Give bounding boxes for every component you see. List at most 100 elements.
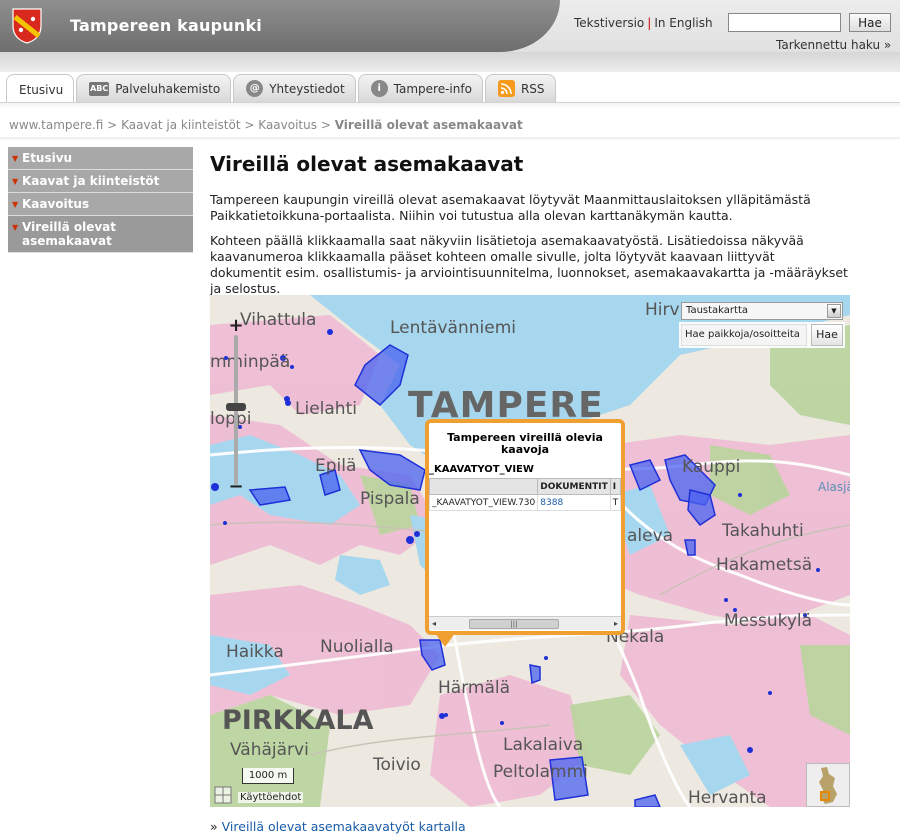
zoom-in-button[interactable]: + [227,317,245,335]
tab-label: Tampere-info [393,81,472,96]
chevron-down-icon: ▼ [12,223,19,232]
top-links: Tekstiversio | In English [574,16,713,30]
top-links-separator: | [647,16,652,30]
scrollbar-thumb[interactable]: ||| [469,619,559,629]
scroll-left-icon[interactable]: ◂ [432,619,436,628]
breadcrumb-item-kaavoitus[interactable]: Kaavoitus [258,118,317,132]
tab-underline [0,102,900,108]
tampere-logo-icon[interactable] [12,8,42,44]
tab-label: Yhteystiedot [269,81,345,96]
map-label-alasja: Alasjä [818,480,850,494]
terms-of-use-link[interactable]: Käyttöehdot [238,792,304,803]
breadcrumb-current: Vireillä olevat asemakaavat [334,118,523,132]
map-label-hervanta: Hervanta [688,788,767,807]
map-label-toivio: Toivio [373,755,421,775]
nav-item-label: Kaavat ja kiinteistöt [22,174,160,188]
breadcrumb-divider [0,137,900,141]
map-label-loppi: loppi [210,409,252,429]
map-label-kaleva: aleva [627,526,674,546]
nav-item-label: Vireillä olevat asemakaavat [22,220,117,248]
map-label-nuolialla: Nuolialla [320,637,394,657]
chevron-down-icon: ▼ [12,154,19,163]
nav-item-vireilla[interactable]: ▼ Vireillä olevat asemakaavat [8,216,193,253]
popup-attribute-table: DOKUMENTIT I _KAAVATYOT_VIEW.730 8388 T [429,478,621,511]
map-label-kauppi: Kauppi [682,457,741,477]
map-label-messukyla: Messukylä [724,611,813,631]
tab-label: Palveluhakemisto [115,81,221,96]
open-map-link[interactable]: Vireillä olevat asemakaavatyöt kartalla [222,819,466,834]
map-link-row: » Vireillä olevat asemakaavatyöt kartalla [210,819,466,834]
tab-etusivu[interactable]: Etusivu [6,74,75,104]
advanced-search-link[interactable]: Tarkennettu haku » [776,38,891,52]
text-version-link[interactable]: Tekstiversio [574,16,644,30]
rss-icon [497,80,515,97]
tab-rss[interactable]: RSS [484,74,556,102]
nav-item-kaavoitus[interactable]: ▼ Kaavoitus [8,193,193,216]
map-label-lielahti: Lielahti [295,399,357,419]
popup-horizontal-scrollbar[interactable]: ◂ ||| ▸ [429,616,621,630]
table-header-id [429,478,539,495]
breadcrumb-separator: > [320,118,331,132]
chevron-down-icon: ▼ [12,200,19,209]
left-navigation: ▼ Etusivu ▼ Kaavat ja kiinteistöt ▼ Kaav… [8,147,193,253]
table-header-row: DOKUMENTIT I [429,478,621,495]
map-label-pirkkala: PIRKKALA [222,705,374,736]
zoom-slider-handle[interactable] [226,403,246,411]
tab-label: RSS [520,81,545,96]
site-header: Tampereen kaupunki Tekstiversio | In Engli… [0,0,900,72]
place-search-input[interactable]: Hae paikkoja/osoitteita [681,324,807,346]
tab-palveluhakemisto[interactable]: ABC Palveluhakemisto [76,74,232,102]
tab-tampere-info[interactable]: i Tampere-info [357,74,483,102]
popup-title: Tampereen vireillä olevia kaavoja [447,431,603,456]
layer-select-value: Taustakartta [686,305,749,316]
popup-layer-name: _KAAVATYOT_VIEW [429,464,534,475]
breadcrumb-separator: > [107,118,118,132]
tab-yhteystiedot[interactable]: @ Yhteystiedot [233,74,356,102]
main-tabs: Etusivu ABC Palveluhakemisto @ Yhteystie… [6,74,556,104]
table-cell-document: 8388 [537,494,611,511]
map-label-peltolammi: Peltolammi [493,762,588,782]
popup-pointer [435,633,455,647]
nav-item-kaavat[interactable]: ▼ Kaavat ja kiinteistöt [8,170,193,193]
in-english-link[interactable]: In English [654,16,712,30]
site-search-input[interactable] [728,13,841,32]
map-view[interactable]: TAMPERE PIRKKALA Lentävänniemi Vihattula… [210,295,850,807]
table-header-extra: I [609,478,621,495]
map-label-harmala: Härmälä [438,678,511,698]
map-label-haikka: Haikka [226,642,284,662]
breadcrumb-item-home[interactable]: www.tampere.fi [9,118,103,132]
breadcrumb: www.tampere.fi > Kaavat ja kiinteistöt >… [9,118,523,132]
intro-paragraph: Tampereen kaupungin vireillä olevat asem… [210,192,811,223]
background-layer-select[interactable]: Taustakartta ▼ [681,302,843,320]
scroll-right-icon[interactable]: ▸ [614,619,618,628]
site-title[interactable]: Tampereen kaupunki [70,16,262,35]
nav-item-label: Etusivu [22,151,73,165]
map-label-vihattula: Vihattula [240,310,317,330]
main-content: Vireillä olevat asemakaavat Tampereen ka… [210,152,850,306]
breadcrumb-item-kaavat[interactable]: Kaavat ja kiinteistöt [121,118,241,132]
document-link[interactable]: 8388 [540,498,563,508]
table-cell-id: _KAAVATYOT_VIEW.730 [429,494,539,511]
table-header-documents: DOKUMENTIT [537,478,611,495]
map-label-vahajarvi: Vähäjärvi [230,740,309,760]
zoom-out-button[interactable]: − [227,478,245,497]
instruction-paragraph: Kohteen päällä klikkaamalla saat näkyvii… [210,233,848,296]
abc-directory-icon: ABC [89,81,110,96]
breadcrumb-separator: > [244,118,255,132]
arrow-right-icon: » [210,819,218,834]
site-search-button[interactable]: Hae [849,13,891,32]
overview-map-toggle[interactable] [806,763,850,807]
place-search-button[interactable]: Hae [811,324,843,346]
feature-info-popup[interactable]: Tampereen vireillä olevia kaavoja _KAAVA… [425,419,625,635]
chevron-down-icon[interactable]: ▼ [827,304,841,318]
page-title: Vireillä olevat asemakaavat [210,152,524,176]
map-label-takahuhti: Takahuhti [722,521,804,541]
map-scale-bar: 1000 m [242,768,294,784]
finland-map-icon [819,767,837,804]
header-curve [0,52,900,72]
nav-item-etusivu[interactable]: ▼ Etusivu [8,147,193,170]
map-label-mannpaa: mminpää [210,352,291,372]
map-label-hakametsa: Hakametsä [716,555,813,575]
crosshair-grid-icon[interactable] [214,786,232,804]
map-label-pispala: Pispala [360,489,420,509]
